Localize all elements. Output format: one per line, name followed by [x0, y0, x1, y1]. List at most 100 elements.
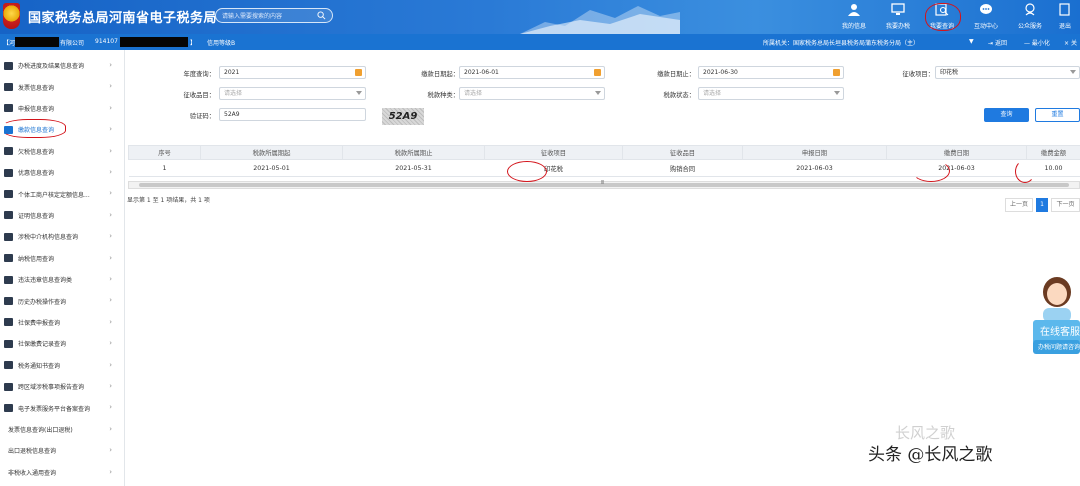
customer-service-subtitle: 办税问题请咨询 — [1038, 344, 1080, 351]
tax-type-placeholder: 请选择 — [464, 90, 483, 97]
tax-type-select[interactable]: 请选择 — [459, 87, 605, 100]
nav-label: 我要办税 — [885, 23, 910, 30]
nav-label: 互动中心 — [973, 23, 998, 30]
column-header[interactable]: 税款所属期止 — [342, 145, 485, 160]
close-button[interactable]: × 关 — [1064, 38, 1077, 47]
chevron-right-icon: › — [109, 82, 112, 91]
sidebar-item-quota-query[interactable]: 个体工商户核定定额信息... › — [0, 183, 124, 204]
customer-service-widget[interactable]: 在线客服 办税问题请咨询 — [1033, 270, 1080, 360]
declaration-icon — [4, 104, 13, 113]
sidebar-item-declaration-query[interactable]: 申报信息查询 › — [0, 98, 124, 119]
captcha-image[interactable]: 52A9 — [382, 108, 424, 125]
nav-interaction[interactable]: 互动中心 — [968, 0, 1004, 34]
column-header[interactable]: 序号 — [128, 145, 201, 160]
pay-start-input[interactable]: 2021-06-01 — [459, 66, 605, 79]
calendar-icon[interactable] — [355, 69, 362, 76]
record-icon — [4, 339, 13, 348]
document-icon — [4, 61, 13, 70]
chevron-right-icon: › — [109, 296, 112, 305]
year-label: 年度查询： — [183, 71, 215, 78]
next-page-button[interactable]: 下一页 — [1051, 198, 1080, 212]
sidebar-item-notice-query[interactable]: 税务通知书查询 › — [0, 355, 124, 376]
calendar-icon[interactable] — [833, 69, 840, 76]
sidebar-item-label: 申报信息查询 — [18, 105, 55, 113]
authority-value: 国家税务总局长垣县税务局蒲东税务分局（主） — [793, 40, 920, 47]
chevron-right-icon: › — [109, 253, 112, 262]
captcha-image-text: 52A9 — [388, 111, 418, 122]
sidebar-item-non-tax-query[interactable]: 非税收入通用查询 › — [0, 462, 124, 483]
sidebar-item-cross-region-query[interactable]: 跨区域涉税事项报告查询 › — [0, 376, 124, 397]
sidebar-item-preferential-query[interactable]: 优惠信息查询 › — [0, 162, 124, 183]
levy-item-label: 征收项目： — [902, 71, 934, 78]
search-input[interactable] — [222, 11, 312, 21]
chevron-right-icon: › — [109, 61, 112, 69]
tax-status-select[interactable]: 请选择 — [698, 87, 844, 100]
column-header[interactable]: 缴费日期 — [886, 145, 1027, 160]
sidebar: 办税进度及结果信息查询 › 发票信息查询 › 申报信息查询 › 缴款信息查询 › 欠税信… — [0, 50, 125, 486]
nav-do-tax[interactable]: 我要办税 — [880, 0, 916, 34]
reset-button[interactable]: 重置 — [1035, 108, 1080, 122]
notice-icon — [4, 361, 13, 370]
nav-my-info[interactable]: 我的信息 — [836, 0, 872, 34]
nav-public-service[interactable]: 公众服务 — [1012, 0, 1048, 34]
table-cell: 2021-06-03 — [742, 159, 887, 177]
watermark-text: 头条 @长风之歌 — [868, 445, 993, 465]
pay-end-input[interactable]: 2021-06-30 — [698, 66, 844, 79]
annotation-circle — [1015, 160, 1035, 183]
sidebar-item-arrears-query[interactable]: 欠税信息查询 › — [0, 141, 124, 162]
sidebar-item-label: 个体工商户核定定额信息... — [18, 191, 90, 199]
column-header[interactable]: 缴费金额 — [1026, 145, 1080, 160]
levy-subitem-placeholder: 请选择 — [224, 90, 243, 97]
column-header[interactable]: 征收品目 — [622, 145, 743, 160]
sidebar-item-label: 证明信息查询 — [18, 212, 55, 220]
sidebar-item-social-payment-query[interactable]: 社保缴费记录查询 › — [0, 333, 124, 354]
chevron-down-icon[interactable]: ▼ — [969, 38, 974, 45]
sidebar-item-invoice-query[interactable]: 发票信息查询 › — [0, 76, 124, 97]
sidebar-item-progress-query[interactable]: 办税进度及结果信息查询 › — [0, 55, 124, 76]
year-input[interactable]: 2021 — [219, 66, 366, 79]
column-header[interactable]: 申报日期 — [742, 145, 887, 160]
sidebar-item-export-invoice-query[interactable]: 发票信息查询(出口退税) › — [0, 419, 124, 440]
tax-status-label: 税款状态： — [663, 92, 695, 99]
site-title: 国家税务总局河南省电子税务局 — [28, 11, 218, 26]
quota-icon — [4, 190, 13, 199]
dropdown-arrow-icon — [595, 91, 601, 95]
search-icon[interactable] — [317, 11, 326, 20]
search-box[interactable] — [215, 8, 333, 23]
calendar-icon[interactable] — [594, 69, 601, 76]
nav-label: 退出 — [1058, 23, 1071, 30]
back-button[interactable]: ⇥ 返回 — [988, 38, 1007, 47]
query-button[interactable]: 查询 — [984, 108, 1029, 122]
levy-item-value: 印花税 — [940, 69, 959, 76]
minimize-button[interactable]: — 最小化 — [1024, 38, 1050, 47]
levy-item-select[interactable]: 印花税 — [935, 66, 1080, 79]
violation-icon — [4, 275, 13, 284]
table-cell: 印花税 — [484, 159, 623, 177]
sidebar-item-history-query[interactable]: 历史办税操作查询 › — [0, 290, 124, 311]
chevron-right-icon: › — [109, 339, 112, 348]
column-header[interactable]: 税款所属期起 — [200, 145, 343, 160]
sidebar-item-credit-query[interactable]: 纳税信用查询 › — [0, 248, 124, 269]
agency-icon — [4, 232, 13, 241]
column-header[interactable]: 征收项目 — [484, 145, 623, 160]
redaction-bar — [120, 37, 188, 47]
authority-label: 所属机关： — [763, 40, 794, 47]
sidebar-item-e-invoice-query[interactable]: 电子发票服务平台备案查询 › — [0, 397, 124, 418]
e-invoice-icon — [4, 404, 13, 413]
page-1-button[interactable]: 1 — [1036, 198, 1048, 212]
pay-start-label: 缴款日期起： — [421, 71, 459, 78]
captcha-input[interactable]: 52A9 — [219, 108, 366, 121]
nav-exit[interactable]: 退出 — [1050, 0, 1080, 34]
sidebar-item-export-refund-query[interactable]: 出口退税信息查询 › — [0, 440, 124, 461]
sidebar-item-violation-query[interactable]: 违法违章信息查询类 › — [0, 269, 124, 290]
prev-page-button[interactable]: 上一页 — [1005, 198, 1033, 212]
sidebar-item-social-declare-query[interactable]: 社保费申报查询 › — [0, 312, 124, 333]
sidebar-item-agency-query[interactable]: 涉税中介机构信息查询 › — [0, 226, 124, 247]
table-cell: 购销合同 — [622, 159, 743, 177]
levy-subitem-select[interactable]: 请选择 — [219, 87, 366, 100]
chevron-right-icon: › — [109, 210, 112, 219]
company-suffix: 有限公司 — [60, 40, 85, 47]
sidebar-item-label: 社保缴费记录查询 — [18, 341, 67, 349]
sidebar-item-certificate-query[interactable]: 证明信息查询 › — [0, 205, 124, 226]
horizontal-scrollbar[interactable]: Ⅲ — [128, 180, 1080, 189]
